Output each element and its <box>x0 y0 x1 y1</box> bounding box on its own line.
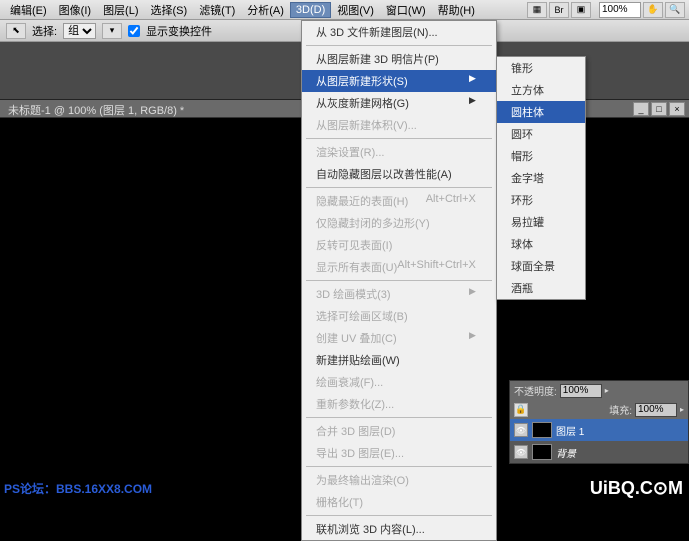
menu-item: 为最终输出渲染(O) <box>302 469 496 491</box>
submenu-item[interactable]: 酒瓶 <box>497 277 585 299</box>
menu-item[interactable]: 新建拼贴绘画(W) <box>302 349 496 371</box>
menu-edit[interactable]: 编辑(E) <box>4 0 53 20</box>
layer-thumb <box>532 422 552 438</box>
main-menubar: 编辑(E) 图像(I) 图层(L) 选择(S) 滤镜(T) 分析(A) 3D(D… <box>0 0 689 20</box>
options-icon[interactable]: ▾ <box>102 23 122 39</box>
visibility-icon[interactable]: 👁 <box>514 423 528 437</box>
menu-view[interactable]: 视图(V) <box>331 0 380 20</box>
mb-icon[interactable]: ▦ <box>527 2 547 18</box>
menu-analysis[interactable]: 分析(A) <box>241 0 290 20</box>
transform-checkbox[interactable] <box>128 25 140 37</box>
menu-item: 仅隐藏封闭的多边形(Y) <box>302 212 496 234</box>
submenu-item[interactable]: 帽形 <box>497 145 585 167</box>
layer-row-bg[interactable]: 👁 背景 <box>510 441 688 463</box>
menu-item: 绘画衰减(F)... <box>302 371 496 393</box>
menu-item: 选择可绘画区域(B) <box>302 305 496 327</box>
menu-item: 合并 3D 图层(D) <box>302 420 496 442</box>
opacity-label: 不透明度: <box>514 383 557 398</box>
layer-row-active[interactable]: 👁 图层 1 <box>510 419 688 441</box>
menu-image[interactable]: 图像(I) <box>53 0 97 20</box>
menu-window[interactable]: 窗口(W) <box>380 0 432 20</box>
menu-item[interactable]: 从 3D 文件新建图层(N)... <box>302 21 496 43</box>
menu-item: 创建 UV 叠加(C)▶ <box>302 327 496 349</box>
menu-item[interactable]: 联机浏览 3D 内容(L)... <box>302 518 496 540</box>
submenu-item[interactable]: 圆环 <box>497 123 585 145</box>
opacity-input[interactable] <box>560 384 602 398</box>
minimize-button[interactable]: _ <box>633 102 649 116</box>
menu-item: 从图层新建体积(V)... <box>302 114 496 136</box>
layer-name: 图层 1 <box>556 423 584 438</box>
submenu-item[interactable]: 圆柱体 <box>497 101 585 123</box>
menu-item: 导出 3D 图层(E)... <box>302 442 496 464</box>
visibility-icon[interactable]: 👁 <box>514 445 528 459</box>
screen-icon[interactable]: ▣ <box>571 2 591 18</box>
layers-panel: 不透明度: ▸ 🔒 填充: ▸ 👁 图层 1 👁 背景 <box>509 380 689 464</box>
submenu-item[interactable]: 球面全景 <box>497 255 585 277</box>
menu-3d[interactable]: 3D(D) <box>290 2 331 18</box>
menu-item[interactable]: 从灰度新建网格(G)▶ <box>302 92 496 114</box>
menu-layer[interactable]: 图层(L) <box>97 0 144 20</box>
layer-thumb <box>532 444 552 460</box>
select-mode[interactable]: 组 <box>63 23 96 39</box>
layer-name: 背景 <box>556 445 576 460</box>
transform-label: 显示变换控件 <box>146 23 212 39</box>
submenu-item[interactable]: 金字塔 <box>497 167 585 189</box>
submenu-item[interactable]: 立方体 <box>497 79 585 101</box>
move-tool-icon[interactable]: ⬉ <box>6 23 26 39</box>
submenu-item[interactable]: 易拉罐 <box>497 211 585 233</box>
menu-item: 显示所有表面(U)Alt+Shift+Ctrl+X <box>302 256 496 278</box>
close-button[interactable]: × <box>669 102 685 116</box>
fill-input[interactable] <box>635 403 677 417</box>
zoom-input[interactable] <box>599 2 641 18</box>
menu-item: 反转可见表面(I) <box>302 234 496 256</box>
fill-label: 填充: <box>609 402 632 417</box>
lock-icon[interactable]: 🔒 <box>514 403 528 417</box>
maximize-button[interactable]: □ <box>651 102 667 116</box>
zoom-icon[interactable]: 🔍 <box>665 2 685 18</box>
menu-help[interactable]: 帮助(H) <box>432 0 481 20</box>
menu-item: 栅格化(T) <box>302 491 496 513</box>
select-label: 选择: <box>32 23 57 39</box>
bridge-icon[interactable]: Br <box>549 2 569 18</box>
menu-item: 隐藏最近的表面(H)Alt+Ctrl+X <box>302 190 496 212</box>
menu-filter[interactable]: 滤镜(T) <box>193 0 241 20</box>
submenu-item[interactable]: 球体 <box>497 233 585 255</box>
menu-item[interactable]: 自动隐藏图层以改善性能(A) <box>302 163 496 185</box>
menu-item: 渲染设置(R)... <box>302 141 496 163</box>
submenu-item[interactable]: 环形 <box>497 189 585 211</box>
submenu-item[interactable]: 锥形 <box>497 57 585 79</box>
menu-select[interactable]: 选择(S) <box>145 0 194 20</box>
menu-item: 重新参数化(Z)... <box>302 393 496 415</box>
shape-submenu: 锥形立方体圆柱体圆环帽形金字塔环形易拉罐球体球面全景酒瓶 <box>496 56 586 300</box>
menu-3d-dropdown: 从 3D 文件新建图层(N)... 从图层新建 3D 明信片(P)从图层新建形状(… <box>301 20 497 541</box>
menu-item[interactable]: 从图层新建形状(S)▶ <box>302 70 496 92</box>
watermark-text: PS论坛：BBS.16XX8.COM <box>4 480 152 497</box>
logo-text: UiBQ.C⊙M <box>590 478 683 499</box>
menu-item[interactable]: 从图层新建 3D 明信片(P) <box>302 48 496 70</box>
menu-item: 3D 绘画模式(3)▶ <box>302 283 496 305</box>
hand-icon[interactable]: ✋ <box>643 2 663 18</box>
